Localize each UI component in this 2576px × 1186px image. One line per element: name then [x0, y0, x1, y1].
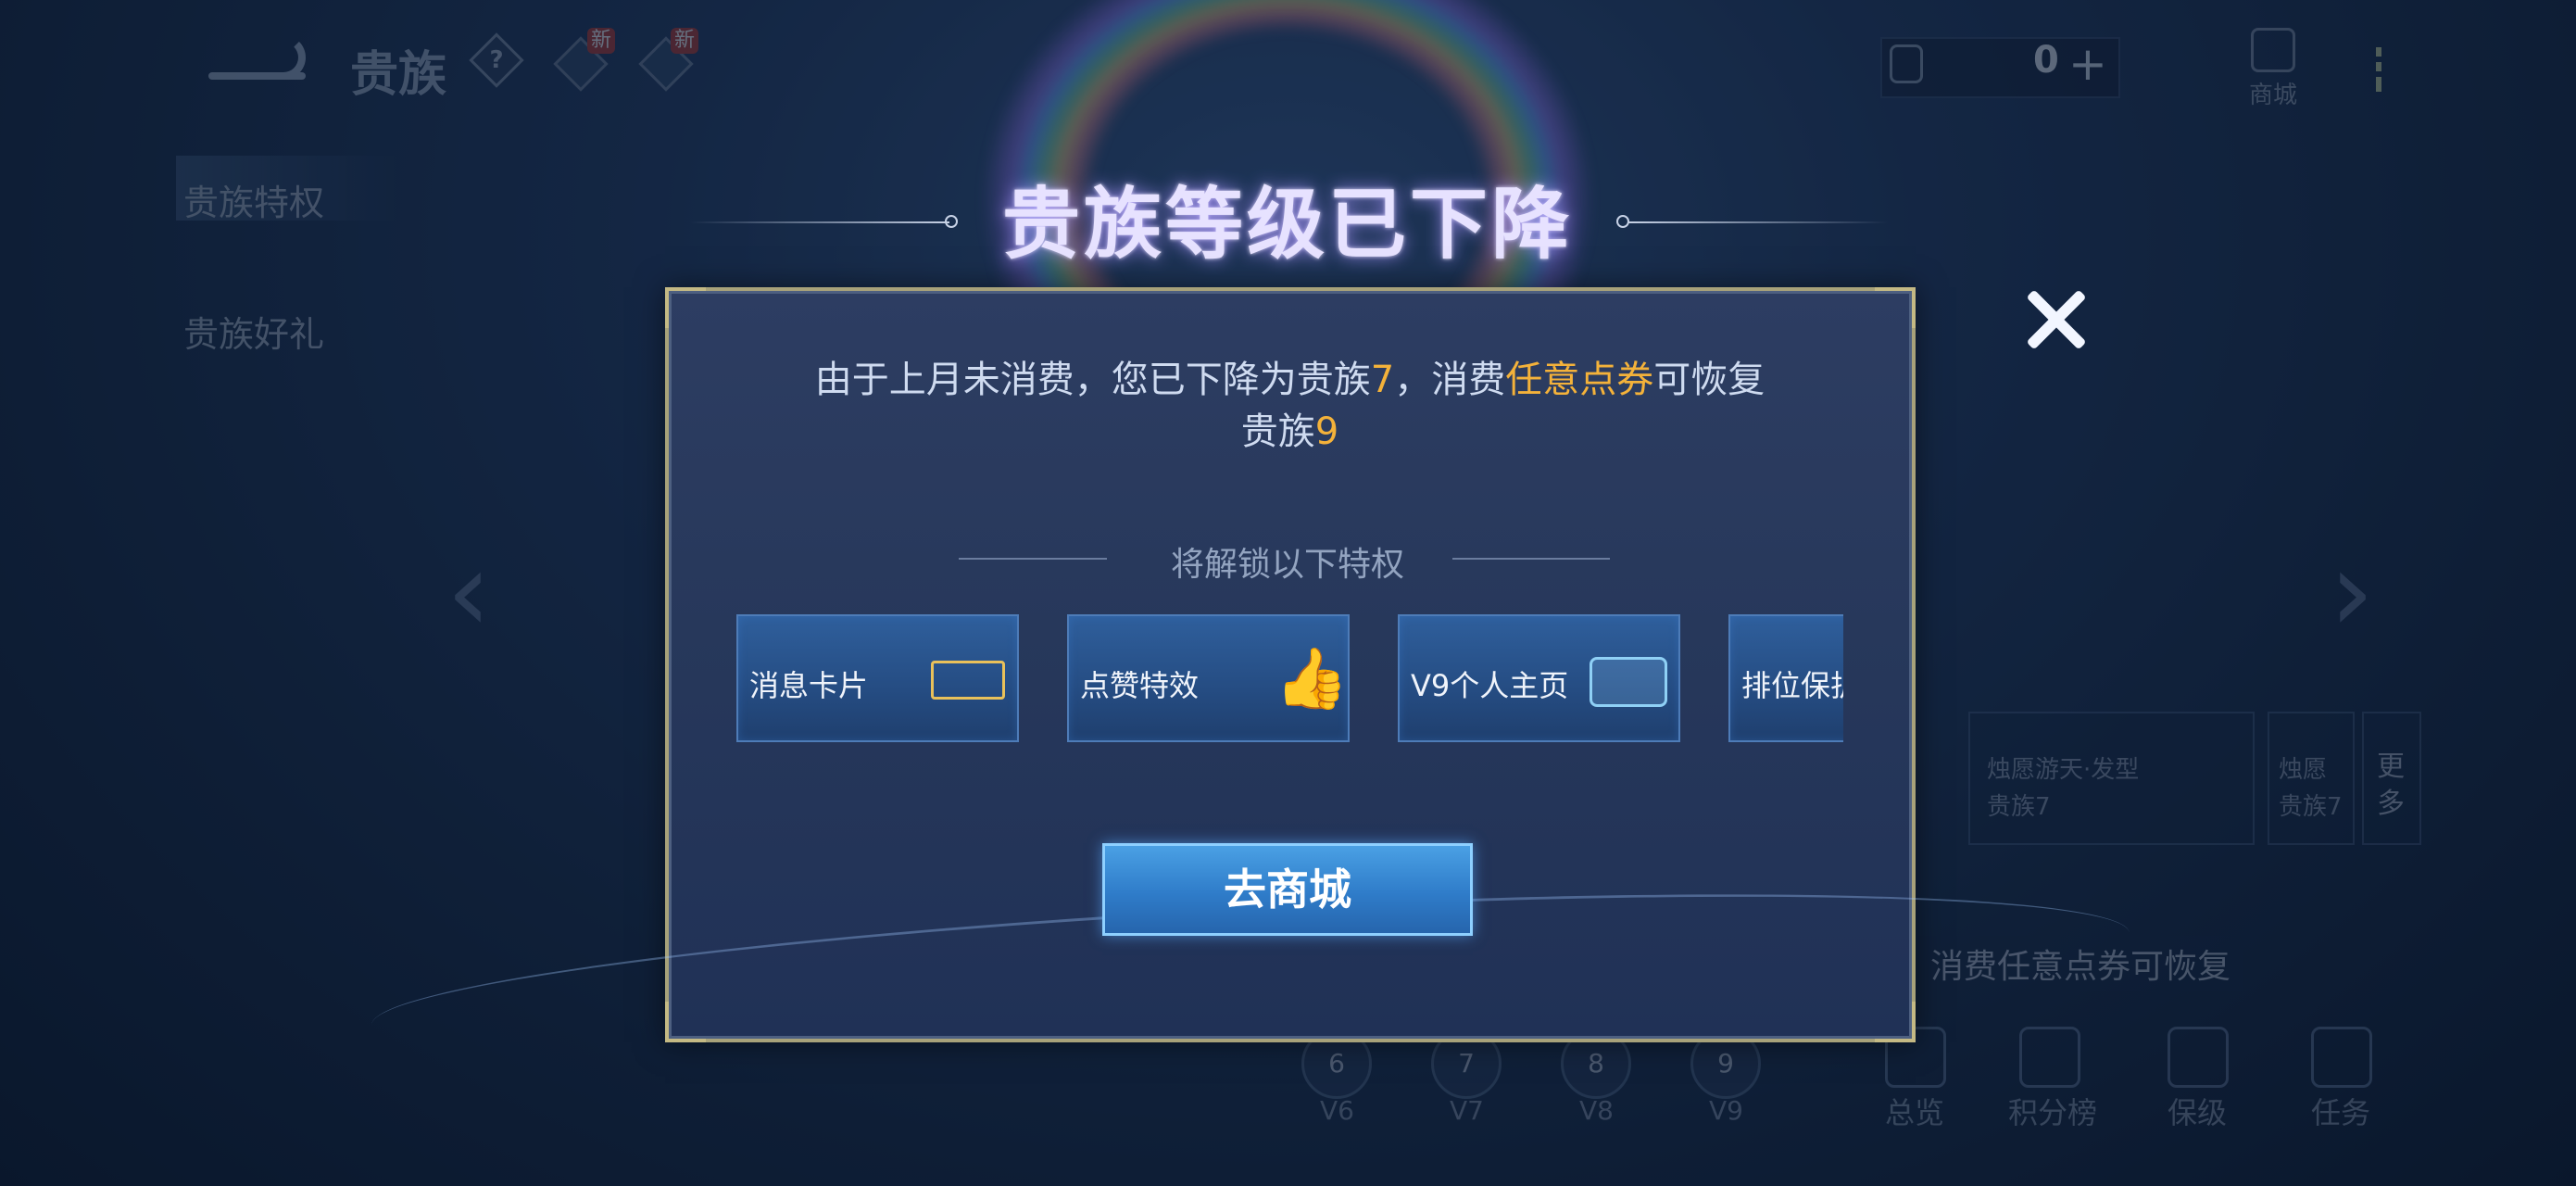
privilege-list: 消息卡片 点赞特效 👍 V9个人主页 排位保护: [736, 614, 1843, 744]
modal-title: 贵族等级已下降: [1001, 178, 1573, 270]
message-card-icon: [931, 661, 1005, 700]
desc-text: 由于上月未消费，您已下降为贵族: [814, 359, 1371, 401]
go-to-shop-button[interactable]: 去商城: [1102, 843, 1473, 936]
privilege-label: V9个人主页: [1411, 668, 1569, 703]
panel-corner: [665, 287, 706, 328]
unlock-divider-left: [959, 558, 1107, 560]
current-level: 7: [1370, 359, 1395, 401]
target-level: 9: [1314, 410, 1339, 453]
title-dot-right: [1616, 215, 1629, 228]
title-divider-left: [690, 221, 949, 223]
desc-text: ，消费: [1394, 359, 1506, 401]
privilege-label: 消息卡片: [749, 668, 869, 703]
thumbs-up-icon: 👍: [1275, 645, 1349, 713]
unlock-divider-right: [1452, 558, 1610, 560]
privilege-label: 排位保护: [1741, 668, 1843, 703]
privilege-card[interactable]: V9个人主页: [1398, 614, 1680, 742]
title-divider-right: [1628, 221, 1888, 223]
profile-page-icon: [1590, 657, 1667, 707]
privilege-card[interactable]: 消息卡片: [736, 614, 1019, 742]
panel-corner: [1875, 1002, 1916, 1042]
privilege-card[interactable]: 排位保护: [1728, 614, 1843, 742]
privilege-card[interactable]: 点赞特效 👍: [1067, 614, 1350, 742]
title-dot-left: [945, 215, 958, 228]
downgrade-description: 由于上月未消费，您已下降为贵族7，消费任意点券可恢复贵族9: [723, 354, 1857, 458]
panel-corner: [1875, 287, 1916, 328]
desc-text: 贵族: [1240, 410, 1315, 453]
highlight-text: 任意点券: [1505, 359, 1654, 401]
unlock-title: 将解锁以下特权: [1170, 546, 1404, 584]
desc-text: 可恢复: [1653, 359, 1766, 401]
privilege-label: 点赞特效: [1080, 668, 1200, 703]
close-icon[interactable]: [2019, 283, 2093, 357]
